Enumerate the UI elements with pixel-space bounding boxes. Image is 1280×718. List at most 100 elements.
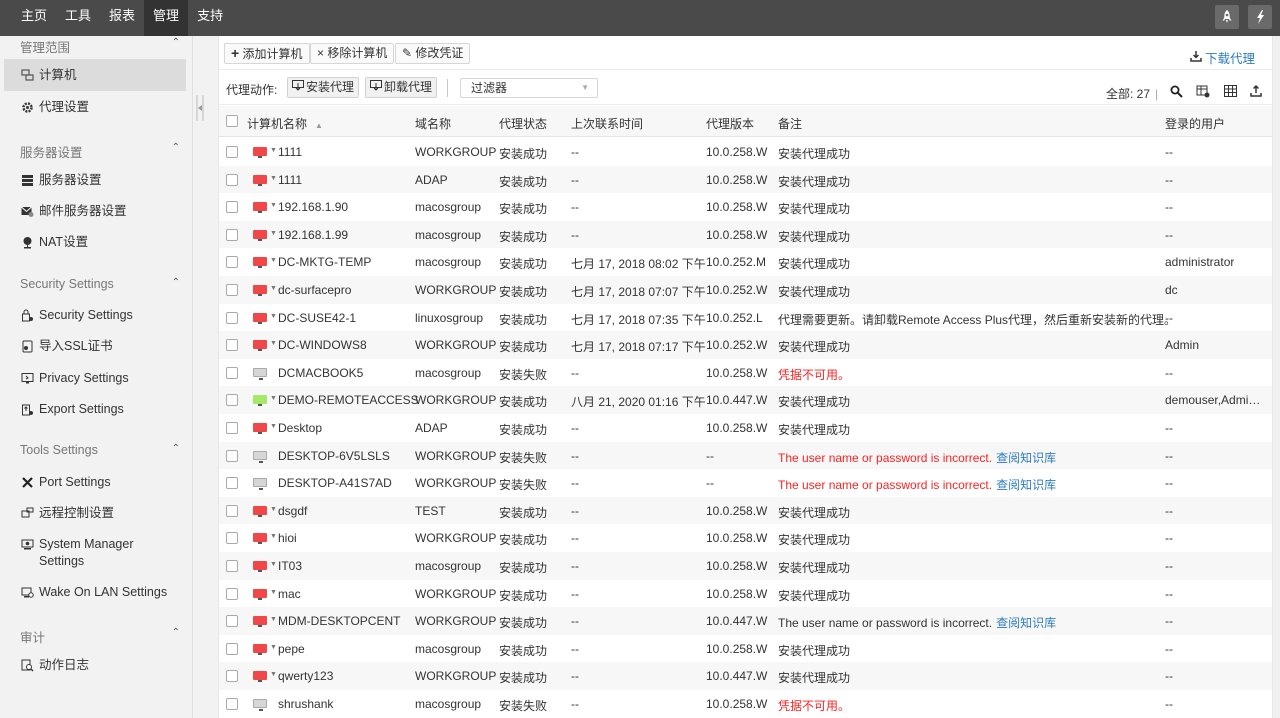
computer-name-cell[interactable]: IT03 bbox=[278, 559, 302, 573]
row-checkbox[interactable] bbox=[226, 339, 238, 352]
table-row[interactable]: DCMACBOOK5 macosgroup 安装失败 -- 10.0.258.W 凭据不可… bbox=[219, 359, 1273, 387]
row-checkbox[interactable] bbox=[226, 146, 238, 158]
table-row[interactable]: DESKTOP-A41S7AD WORKGROUP 安装失败 -- -- The user… bbox=[219, 469, 1273, 497]
table-row[interactable]: ▼ hioi WORKGROUP 安装成功 -- 10.0.258.W 安装代理成功 -- bbox=[219, 524, 1273, 552]
chevron-up-icon[interactable]: ⌃ bbox=[172, 37, 180, 48]
row-checkbox[interactable] bbox=[226, 697, 238, 710]
row-checkbox[interactable] bbox=[226, 311, 238, 324]
knowledge-base-link[interactable]: 查阅知识库 bbox=[996, 478, 1056, 492]
sidebar-item-mail-server-settings[interactable]: 邮件服务器设置 bbox=[20, 203, 180, 220]
sidebar-group-server-settings[interactable]: 服务器设置 ⌃ bbox=[20, 142, 180, 161]
knowledge-base-link[interactable]: 查阅知识库 bbox=[996, 451, 1056, 465]
row-actions-dropdown-icon[interactable]: ▼ bbox=[270, 616, 277, 623]
table-row[interactable]: shrushank macosgroup 安装失败 -- 10.0.258.W 凭据不可用… bbox=[219, 690, 1273, 718]
row-checkbox[interactable] bbox=[226, 477, 238, 490]
row-actions-dropdown-icon[interactable]: ▼ bbox=[270, 644, 277, 651]
computer-name-cell[interactable]: MDM-DESKTOPCENT bbox=[278, 614, 400, 628]
column-header-remarks[interactable]: 备注 bbox=[778, 115, 802, 132]
sidebar-item-privacy-settings[interactable]: Privacy Settings bbox=[20, 370, 180, 387]
sidebar-item-port-settings[interactable]: Port Settings bbox=[20, 474, 180, 491]
row-actions-dropdown-icon[interactable]: ▼ bbox=[270, 395, 277, 402]
download-agent-link[interactable]: 下载代理 bbox=[1190, 48, 1255, 67]
row-checkbox[interactable] bbox=[226, 394, 238, 407]
table-row[interactable]: ▼ DEMO-REMOTEACCESS WORKGROUP 安装成功 八月 21, 20… bbox=[219, 386, 1273, 414]
sidebar-collapse-handle[interactable] bbox=[196, 95, 204, 121]
table-row[interactable]: ▼ 1111 ADAP 安装成功 -- 10.0.258.W 安装代理成功 -- bbox=[219, 165, 1273, 194]
row-actions-dropdown-icon[interactable]: ▼ bbox=[270, 285, 277, 292]
chevron-up-icon[interactable]: ⌃ bbox=[172, 627, 180, 638]
computer-name-cell[interactable]: hioi bbox=[278, 531, 297, 545]
remove-computer-button[interactable]: × 移除计算机 bbox=[310, 43, 395, 64]
table-row[interactable]: DESKTOP-6V5LSLS WORKGROUP 安装失败 -- -- The user… bbox=[219, 441, 1273, 470]
table-row[interactable]: ▼ DC-SUSE42-1 linuxosgroup 安装成功 七月 17, 2018 … bbox=[219, 304, 1273, 332]
row-actions-dropdown-icon[interactable]: ▼ bbox=[270, 506, 277, 513]
table-row[interactable]: ▼ DC-MKTG-TEMP macosgroup 安装成功 七月 17, 2018 0… bbox=[219, 248, 1273, 276]
row-checkbox[interactable] bbox=[226, 366, 238, 379]
computer-name-cell[interactable]: 1111 bbox=[278, 145, 302, 159]
table-row[interactable]: ▼ MDM-DESKTOPCENT WORKGROUP 安装成功 -- 10.0.447.… bbox=[219, 607, 1273, 635]
table-row[interactable]: ▼ dc-surfacepro WORKGROUP 安装成功 七月 17, 2018 0… bbox=[219, 275, 1273, 304]
sidebar-group-management-scope[interactable]: 管理范围 ⌃ bbox=[20, 37, 180, 56]
knowledge-base-link[interactable]: 查阅知识库 bbox=[996, 616, 1056, 630]
rocket-icon[interactable] bbox=[1215, 5, 1239, 29]
sidebar-item-system-manager-settings[interactable]: System Manager Settings bbox=[20, 536, 180, 570]
column-header-agent-status[interactable]: 代理状态 bbox=[499, 115, 547, 132]
table-row[interactable]: ▼ DC-WINDOWS8 WORKGROUP 安装成功 七月 17, 2018 07:… bbox=[219, 331, 1273, 359]
row-checkbox[interactable] bbox=[226, 228, 238, 241]
row-actions-dropdown-icon[interactable]: ▼ bbox=[270, 589, 277, 596]
sidebar-item-wake-on-lan-settings[interactable]: Wake On LAN Settings bbox=[20, 584, 180, 601]
table-row[interactable]: ▼ 192.168.1.90 macosgroup 安装成功 -- 10.0.258.W 安… bbox=[219, 193, 1273, 221]
sidebar-item-action-log[interactable]: 动作日志 bbox=[20, 657, 180, 674]
computer-name-cell[interactable]: 192.168.1.99 bbox=[278, 228, 348, 242]
row-checkbox[interactable] bbox=[226, 421, 238, 434]
row-checkbox[interactable] bbox=[226, 173, 238, 186]
sidebar-group-audit[interactable]: 审计 ⌃ bbox=[20, 627, 180, 646]
row-actions-dropdown-icon[interactable]: ▼ bbox=[270, 313, 277, 320]
row-checkbox[interactable] bbox=[226, 449, 238, 462]
computer-name-cell[interactable]: Desktop bbox=[278, 421, 322, 435]
column-header-domain[interactable]: 域名称 bbox=[415, 115, 451, 132]
column-chooser-icon[interactable] bbox=[1196, 84, 1210, 98]
table-row[interactable]: ▼ IT03 macosgroup 安装成功 -- 10.0.258.W 安装代理成功 -- bbox=[219, 551, 1273, 580]
row-actions-dropdown-icon[interactable]: ▼ bbox=[270, 671, 277, 678]
sidebar-item-export-settings[interactable]: Export Settings bbox=[20, 401, 180, 418]
table-row[interactable]: ▼ qwerty123 WORKGROUP 安装成功 -- 10.0.447.W 安装代理成… bbox=[219, 662, 1273, 690]
select-all-checkbox[interactable] bbox=[226, 115, 238, 127]
table-row[interactable]: ▼ 192.168.1.99 macosgroup 安装成功 -- 10.0.258.W 安… bbox=[219, 220, 1273, 249]
tab-tools[interactable]: 工具 bbox=[56, 0, 100, 36]
uninstall-agent-button[interactable]: 卸载代理 bbox=[365, 77, 438, 98]
filter-dropdown[interactable]: 过滤器 ▼ bbox=[460, 78, 598, 98]
computer-name-cell[interactable]: pepe bbox=[278, 642, 305, 656]
row-checkbox[interactable] bbox=[226, 256, 238, 269]
column-header-agent-version[interactable]: 代理版本 bbox=[706, 115, 754, 132]
row-checkbox[interactable] bbox=[226, 615, 238, 628]
row-checkbox[interactable] bbox=[226, 642, 238, 655]
row-checkbox[interactable] bbox=[226, 201, 238, 214]
computer-name-cell[interactable]: dc-surfacepro bbox=[278, 283, 351, 297]
computer-name-cell[interactable]: 1111 bbox=[278, 173, 302, 187]
bolt-icon[interactable] bbox=[1248, 5, 1272, 29]
row-checkbox[interactable] bbox=[226, 587, 238, 600]
vertical-scrollbar[interactable] bbox=[1272, 36, 1280, 718]
sidebar-item-server-settings[interactable]: 服务器设置 bbox=[20, 172, 180, 189]
sidebar-item-nat-settings[interactable]: NAT设置 bbox=[20, 234, 180, 251]
table-row[interactable]: ▼ Desktop ADAP 安装成功 -- 10.0.258.W 安装代理成功 -- bbox=[219, 414, 1273, 442]
row-checkbox[interactable] bbox=[226, 532, 238, 545]
chevron-up-icon[interactable]: ⌃ bbox=[172, 277, 180, 288]
sidebar-item-remote-control-settings[interactable]: 远程控制设置 bbox=[20, 505, 180, 522]
export-icon[interactable] bbox=[1249, 84, 1263, 98]
row-actions-dropdown-icon[interactable]: ▼ bbox=[270, 230, 277, 237]
table-view-icon[interactable] bbox=[1223, 84, 1237, 98]
computer-name-cell[interactable]: shrushank bbox=[278, 697, 333, 711]
computer-name-cell[interactable]: DC-MKTG-TEMP bbox=[278, 255, 371, 269]
table-row[interactable]: ▼ dsgdf TEST 安装成功 -- 10.0.258.W 安装代理成功 -- bbox=[219, 496, 1273, 525]
row-actions-dropdown-icon[interactable]: ▼ bbox=[270, 533, 277, 540]
computer-name-cell[interactable]: DESKTOP-A41S7AD bbox=[278, 476, 392, 490]
computer-name-cell[interactable]: DC-WINDOWS8 bbox=[278, 338, 367, 352]
computer-name-cell[interactable]: mac bbox=[278, 587, 301, 601]
column-header-last-contact[interactable]: 上次联系时间 bbox=[571, 115, 643, 132]
row-checkbox[interactable] bbox=[226, 283, 238, 296]
sidebar-item-computers[interactable]: 计算机 bbox=[20, 67, 180, 84]
column-header-computer-name[interactable]: 计算机名称 ▲ bbox=[247, 115, 323, 132]
add-computer-button[interactable]: + 添加计算机 bbox=[224, 43, 310, 64]
